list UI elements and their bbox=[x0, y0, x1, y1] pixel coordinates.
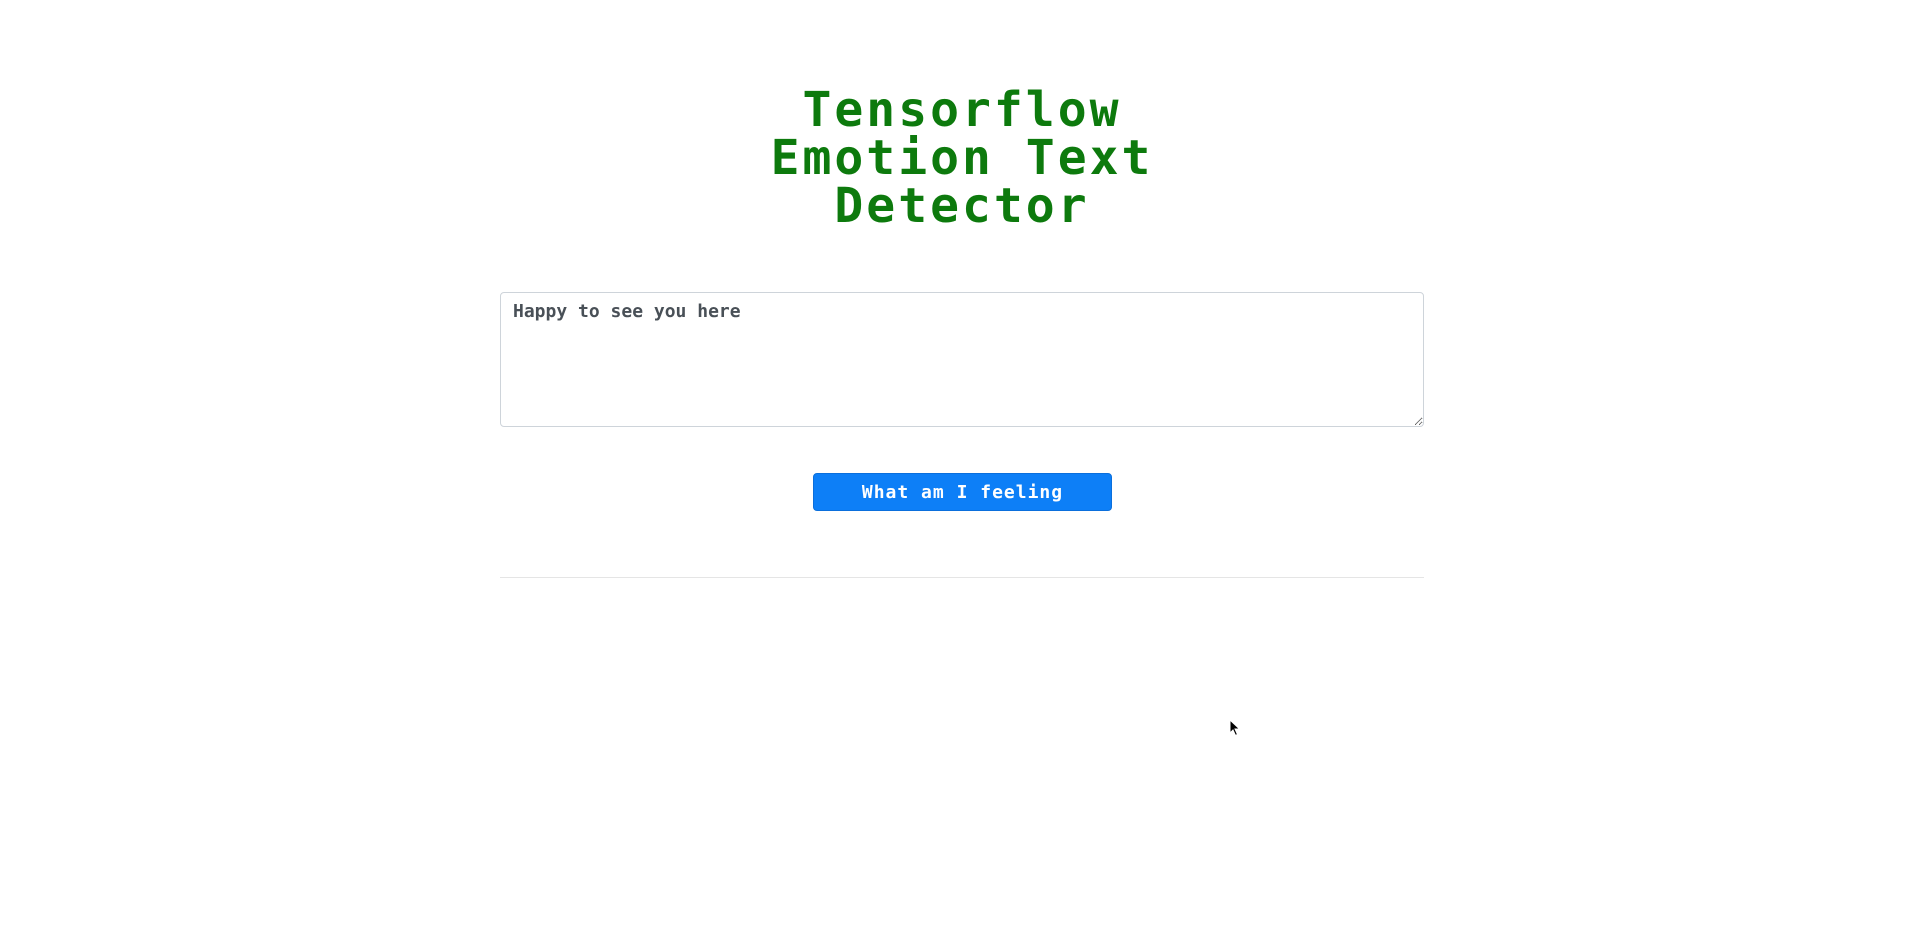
title-line-3: Detector bbox=[834, 178, 1090, 234]
title-line-1: Tensorflow bbox=[802, 82, 1122, 138]
title-line-2: Emotion Text bbox=[770, 130, 1154, 186]
what-am-i-feeling-button[interactable]: What am I feeling bbox=[813, 473, 1112, 511]
divider bbox=[500, 577, 1424, 578]
emotion-text-input[interactable] bbox=[500, 292, 1424, 427]
page: Tensorflow Emotion Text Detector What am… bbox=[0, 0, 1917, 936]
page-title: Tensorflow Emotion Text Detector bbox=[500, 86, 1424, 230]
mouse-pointer-icon bbox=[1229, 719, 1241, 737]
